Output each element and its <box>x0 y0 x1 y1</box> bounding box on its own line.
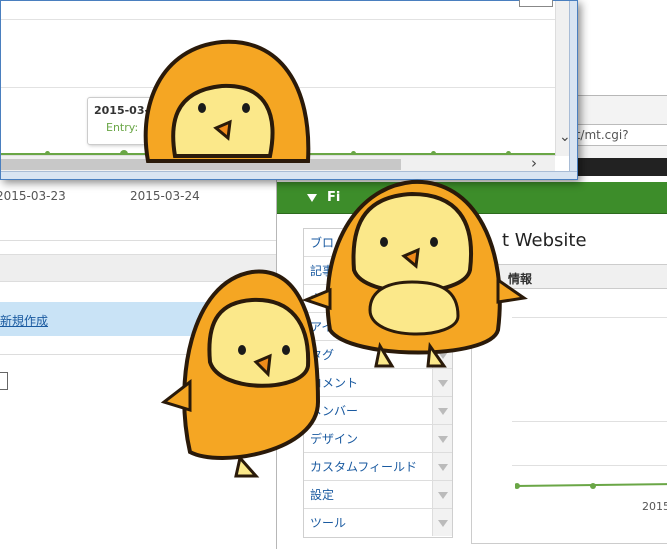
grid-line <box>512 465 667 466</box>
chick-character-icon <box>143 39 311 163</box>
chevron-down-icon[interactable] <box>432 453 452 480</box>
create-new-link[interactable]: 新規作成 <box>0 312 48 329</box>
menu-item[interactable]: 設定 <box>304 481 452 509</box>
date-tick: 2015-03-24 <box>130 189 200 203</box>
screen: 2015-03-23 2015-03-24 新規作成 mt/mt.cgi? ⚲ … <box>0 0 667 549</box>
grid-line <box>512 317 667 318</box>
menu-item[interactable]: コメント <box>304 369 452 397</box>
divider <box>0 240 300 241</box>
window-frame <box>569 1 577 179</box>
menu-item[interactable]: ツール <box>304 509 452 537</box>
menu-item[interactable]: デザイン <box>304 425 452 453</box>
grid-line <box>512 421 667 422</box>
x-axis-tick: 2015- <box>642 500 667 513</box>
small-button[interactable] <box>0 372 8 390</box>
menu-item-label: 設定 <box>310 488 335 502</box>
menu-item[interactable]: カスタムフィールド <box>304 453 452 481</box>
window-button[interactable] <box>519 0 553 7</box>
chevron-down-icon[interactable] <box>432 425 452 452</box>
line-chart <box>515 483 667 489</box>
date-tick: 2015-03-23 <box>0 189 66 203</box>
chick-character-icon <box>160 269 320 478</box>
chevron-down-icon[interactable] <box>432 397 452 424</box>
chevron-right-icon[interactable]: › <box>531 154 537 172</box>
chevron-down-icon[interactable] <box>432 481 452 508</box>
data-point[interactable] <box>590 483 596 489</box>
data-point[interactable] <box>515 483 520 489</box>
menu-item-label: ツール <box>310 516 347 530</box>
chick-character-icon <box>301 179 528 368</box>
menu-item-label: カスタムフィールド <box>310 460 418 474</box>
menu-item[interactable]: メンバー <box>304 397 452 425</box>
divider <box>1 19 555 20</box>
chevron-down-icon[interactable] <box>432 509 452 536</box>
chevron-down-icon[interactable] <box>432 369 452 396</box>
